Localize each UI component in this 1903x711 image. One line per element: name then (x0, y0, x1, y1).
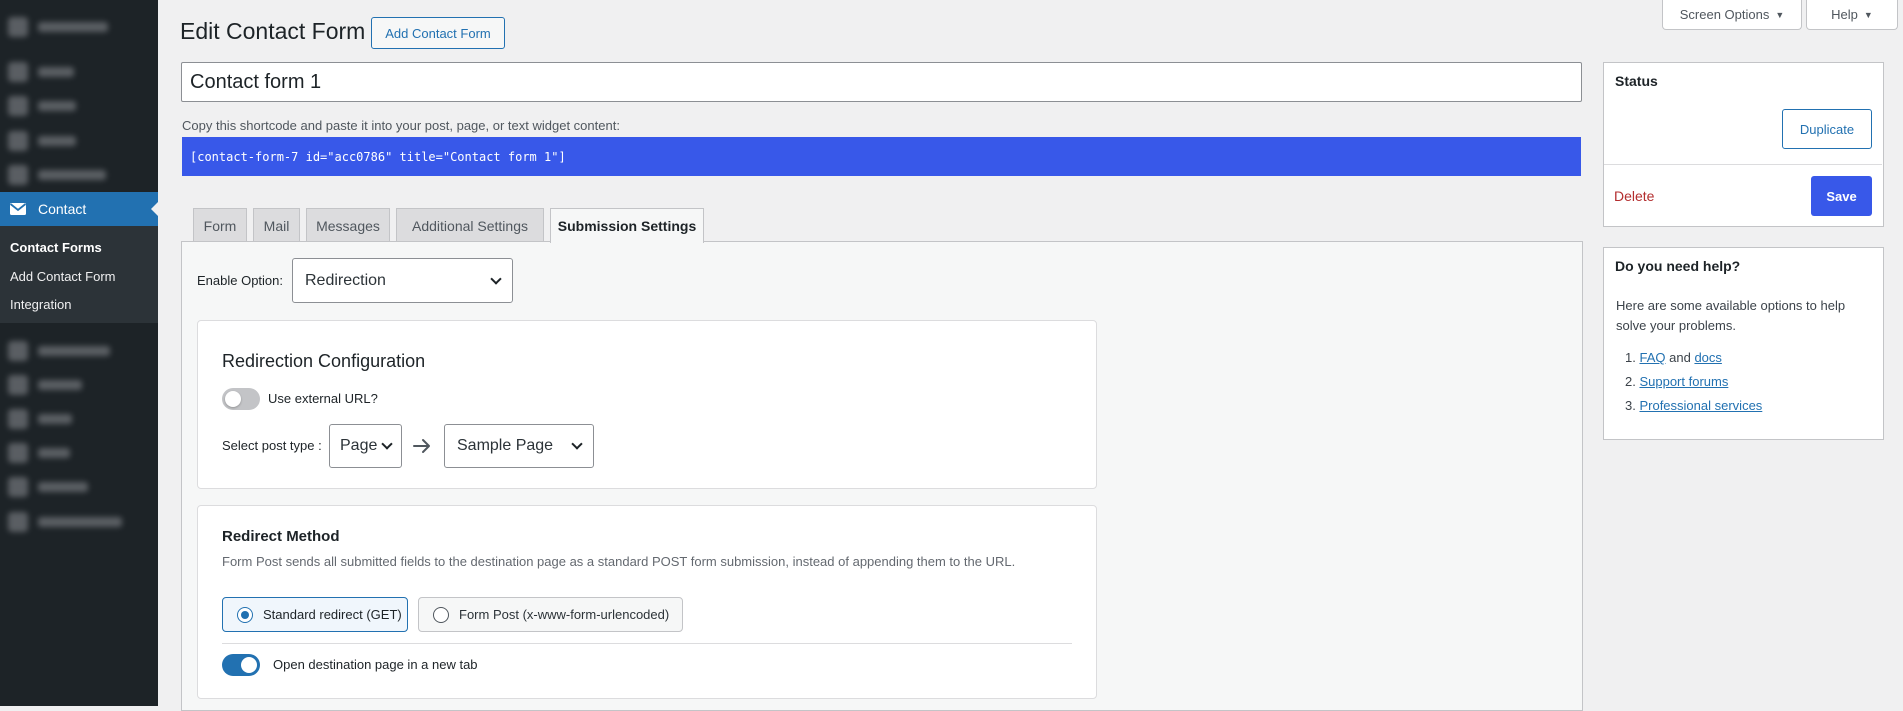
duplicate-button[interactable]: Duplicate (1782, 109, 1872, 149)
redirect-method-description: Form Post sends all submitted fields to … (222, 554, 1016, 569)
caret-down-icon: ▼ (1863, 9, 1873, 20)
sidebar-item-tools[interactable] (0, 436, 158, 470)
chevron-down-icon (571, 438, 583, 450)
support-forums-link[interactable]: Support forums (1639, 374, 1728, 389)
form-title-input[interactable]: Contact form 1 (181, 62, 1582, 102)
help-item-1-and: and (1669, 350, 1691, 365)
redirection-config-title: Redirection Configuration (222, 351, 426, 371)
radio-unchecked-icon (433, 606, 449, 623)
tab-additional-settings[interactable]: Additional Settings (396, 208, 544, 242)
external-url-label: Use external URL? (268, 391, 378, 406)
new-tab-label: Open destination page in a new tab (273, 657, 478, 672)
docs-link[interactable]: docs (1694, 350, 1721, 365)
page-value: Sample Page (457, 437, 554, 454)
dashboard-icon (8, 17, 28, 37)
sidebar-item-settings[interactable] (0, 470, 158, 504)
tab-mail[interactable]: Mail (253, 208, 300, 242)
list-number: 1. (1625, 350, 1636, 365)
status-title: Status (1615, 73, 1658, 89)
tools-icon (8, 443, 28, 463)
post-type-value: Page (340, 437, 378, 454)
sidebar-item-collapse-menu[interactable] (0, 505, 158, 539)
enable-option-label: Enable Option: (197, 273, 284, 288)
professional-services-link[interactable]: Professional services (1639, 398, 1762, 413)
add-contact-form-button[interactable]: Add Contact Form (371, 17, 505, 49)
radio-standard-redirect[interactable]: Standard redirect (GET) (222, 597, 408, 632)
tab-form[interactable]: Form (193, 208, 247, 242)
appearance-icon (8, 341, 28, 361)
redirect-method-title: Redirect Method (222, 528, 340, 545)
settings-icon (8, 477, 28, 497)
list-number: 2. (1625, 374, 1636, 389)
sidebar-item-plugins[interactable] (0, 368, 158, 402)
tab-submission-settings[interactable]: Submission Settings (550, 208, 704, 243)
help-button[interactable]: Help ▼ (1806, 0, 1898, 30)
shortcode-field[interactable]: [contact-form-7 id="acc0786" title="Cont… (182, 137, 1581, 176)
chevron-down-icon (381, 438, 393, 450)
help-title: Do you need help? (1615, 258, 1741, 274)
radio-form-post[interactable]: Form Post (x-www-form-urlencoded) (418, 597, 683, 632)
contact-submenu: Contact Forms Add Contact Form Integrati… (0, 226, 158, 323)
help-item-3: 3. Professional services (1625, 398, 1762, 413)
collapse-icon (8, 512, 28, 532)
caret-down-icon: ▼ (1775, 9, 1785, 20)
tab-messages[interactable]: Messages (306, 208, 390, 242)
plugins-icon (8, 375, 28, 395)
comments-icon (8, 165, 28, 185)
new-tab-toggle[interactable] (222, 654, 260, 676)
list-number: 3. (1625, 398, 1636, 413)
radio-standard-redirect-label: Standard redirect (GET) (263, 607, 402, 622)
sidebar-item-pages[interactable] (0, 124, 158, 158)
page-title: Edit Contact Form (180, 18, 366, 44)
toggle-knob (241, 657, 257, 673)
submenu-contact-forms[interactable]: Contact Forms (0, 234, 158, 263)
posts-icon (8, 62, 28, 82)
enable-option-select[interactable]: Redirection (292, 258, 513, 303)
admin-sidebar: Contact Contact Forms Add Contact Form I… (0, 0, 159, 706)
faq-link[interactable]: FAQ (1639, 350, 1665, 365)
chevron-down-icon (490, 272, 502, 285)
toggle-knob (225, 391, 241, 407)
sidebar-item-comments[interactable] (0, 158, 158, 192)
sidebar-item-appearance[interactable] (0, 334, 158, 368)
current-menu-pointer (151, 201, 159, 217)
mail-icon (8, 199, 28, 219)
divider (222, 643, 1072, 644)
post-type-label: Select post type : (222, 438, 322, 453)
sidebar-item-media[interactable] (0, 89, 158, 123)
divider (1604, 164, 1882, 165)
save-button[interactable]: Save (1811, 176, 1872, 216)
radio-checked-icon (237, 606, 253, 623)
sidebar-item-contact-label: Contact (38, 201, 87, 217)
shortcode-instructions: Copy this shortcode and paste it into yo… (182, 118, 620, 133)
arrow-right-icon (413, 439, 430, 453)
pages-icon (8, 131, 28, 151)
sidebar-item-posts[interactable] (0, 55, 158, 89)
submenu-integration[interactable]: Integration (0, 291, 158, 320)
sidebar-item-dashboard[interactable] (0, 10, 158, 44)
help-item-2: 2. Support forums (1625, 374, 1728, 389)
radio-form-post-label: Form Post (x-www-form-urlencoded) (459, 607, 670, 622)
post-type-select[interactable]: Page (329, 424, 402, 468)
page-select[interactable]: Sample Page (444, 424, 594, 468)
screen-options-button[interactable]: Screen Options ▼ (1662, 0, 1802, 30)
submenu-add-contact-form[interactable]: Add Contact Form (0, 263, 158, 292)
sidebar-item-contact[interactable]: Contact (0, 192, 159, 226)
help-item-1: 1. FAQ and docs (1625, 350, 1722, 365)
sidebar-item-users[interactable] (0, 402, 158, 436)
media-icon (8, 96, 28, 116)
users-icon (8, 409, 28, 429)
external-url-toggle[interactable] (222, 388, 260, 410)
enable-option-value: Redirection (305, 271, 386, 289)
help-label: Help (1831, 7, 1858, 22)
help-intro: Here are some available options to help … (1616, 298, 1846, 333)
screen-options-label: Screen Options (1679, 7, 1770, 22)
delete-link[interactable]: Delete (1614, 188, 1654, 204)
